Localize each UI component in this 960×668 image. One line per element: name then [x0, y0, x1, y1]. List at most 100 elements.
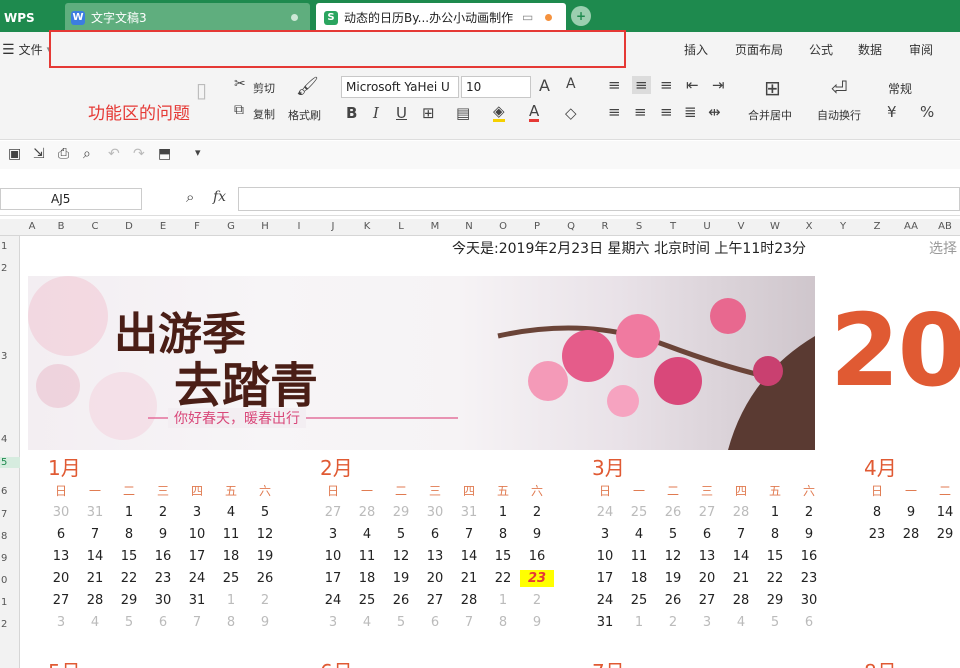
- paste-icon[interactable]: ▯: [196, 78, 207, 102]
- day-cell[interactable]: 30: [418, 502, 452, 524]
- day-cell[interactable]: 4: [350, 612, 384, 634]
- justify-icon[interactable]: ≣: [684, 103, 697, 121]
- row-header-cell[interactable]: 9: [0, 553, 20, 564]
- day-cell[interactable]: 3: [690, 612, 724, 634]
- day-cell[interactable]: 16: [792, 546, 826, 568]
- column-header-cell[interactable]: E: [146, 221, 180, 232]
- tab-review[interactable]: 审阅: [909, 41, 933, 58]
- border-icon[interactable]: ⊞: [422, 104, 435, 122]
- day-cell[interactable]: 19: [656, 568, 690, 590]
- column-header-cell[interactable]: I: [282, 221, 316, 232]
- select-label[interactable]: 选择: [929, 238, 957, 258]
- day-cell[interactable]: 9: [248, 612, 282, 634]
- day-cell[interactable]: 25: [622, 590, 656, 612]
- day-cell[interactable]: 6: [690, 524, 724, 546]
- column-header-cell[interactable]: K: [350, 221, 384, 232]
- day-cell[interactable]: 27: [316, 502, 350, 524]
- day-cell[interactable]: 4: [724, 612, 758, 634]
- day-cell[interactable]: 5: [656, 524, 690, 546]
- spreadsheet-tab[interactable]: S 动态的日历By...办公小动画制作 ▭: [316, 3, 566, 32]
- row-header-cell[interactable]: 8: [0, 531, 20, 542]
- day-cell[interactable]: 27: [44, 590, 78, 612]
- day-cell[interactable]: 8: [214, 612, 248, 634]
- day-cell[interactable]: 3: [180, 502, 214, 524]
- scissors-icon[interactable]: ✂: [234, 76, 246, 92]
- customize-toolbar-icon[interactable]: ▾: [195, 146, 201, 159]
- day-cell[interactable]: 21: [78, 568, 112, 590]
- day-cell[interactable]: 18: [350, 568, 384, 590]
- number-format-select[interactable]: 常规: [888, 80, 912, 97]
- fill-pattern-icon[interactable]: ▤: [456, 104, 470, 122]
- column-header-cell[interactable]: S: [622, 221, 656, 232]
- column-header-cell[interactable]: Z: [860, 221, 894, 232]
- day-cell[interactable]: 29: [112, 590, 146, 612]
- day-cell[interactable]: 20: [418, 568, 452, 590]
- zoom-icon[interactable]: ⌕: [186, 188, 194, 206]
- decrease-indent-icon[interactable]: ⇤: [686, 76, 699, 94]
- percent-icon[interactable]: %: [920, 103, 934, 121]
- day-cell[interactable]: 6: [418, 524, 452, 546]
- column-header-cell[interactable]: B: [44, 221, 78, 232]
- day-cell[interactable]: 6: [146, 612, 180, 634]
- day-cell[interactable]: 3: [44, 612, 78, 634]
- column-header-cell[interactable]: V: [724, 221, 758, 232]
- auto-wrap-button[interactable]: 自动换行: [817, 107, 861, 123]
- align-top-icon[interactable]: ≡: [608, 76, 621, 94]
- day-cell[interactable]: 17: [180, 546, 214, 568]
- row-header-cell[interactable]: 5: [0, 457, 20, 468]
- day-cell[interactable]: 14: [452, 546, 486, 568]
- fill-color-icon[interactable]: ◈: [493, 104, 505, 122]
- currency-icon[interactable]: ¥: [887, 103, 897, 121]
- day-cell[interactable]: 11: [622, 546, 656, 568]
- column-header-cell[interactable]: L: [384, 221, 418, 232]
- day-cell[interactable]: 6: [44, 524, 78, 546]
- column-header-cell[interactable]: X: [792, 221, 826, 232]
- column-header-cell[interactable]: C: [78, 221, 112, 232]
- day-cell[interactable]: 7: [180, 612, 214, 634]
- day-cell[interactable]: 18: [622, 568, 656, 590]
- column-header-cell[interactable]: A: [20, 221, 44, 232]
- document-tab[interactable]: W 文字文稿3: [65, 3, 310, 32]
- layout-icon[interactable]: ⬒: [158, 146, 171, 162]
- column-header-cell[interactable]: T: [656, 221, 690, 232]
- day-cell[interactable]: 28: [724, 502, 758, 524]
- row-header-cell[interactable]: 1: [0, 597, 20, 608]
- distributed-icon[interactable]: ⇹: [708, 103, 721, 121]
- day-cell[interactable]: 7: [452, 612, 486, 634]
- day-cell[interactable]: 8: [860, 502, 894, 524]
- column-header-cell[interactable]: W: [758, 221, 792, 232]
- day-cell[interactable]: 1: [486, 590, 520, 612]
- font-name-select[interactable]: Microsoft YaHei U: [341, 76, 459, 98]
- day-cell[interactable]: 6: [792, 612, 826, 634]
- day-cell[interactable]: 26: [384, 590, 418, 612]
- day-cell[interactable]: 7: [724, 524, 758, 546]
- export-icon[interactable]: ⇲: [33, 146, 45, 162]
- day-cell[interactable]: 17: [588, 568, 622, 590]
- day-cell[interactable]: 13: [44, 546, 78, 568]
- day-cell[interactable]: 28: [452, 590, 486, 612]
- day-cell[interactable]: 23: [860, 524, 894, 546]
- day-cell[interactable]: 4: [78, 612, 112, 634]
- day-cell[interactable]: 9: [146, 524, 180, 546]
- wps-home-tab[interactable]: WPS: [0, 3, 62, 32]
- day-cell[interactable]: 1: [758, 502, 792, 524]
- column-header-cell[interactable]: O: [486, 221, 520, 232]
- day-cell[interactable]: 23: [146, 568, 180, 590]
- font-size-select[interactable]: 10: [461, 76, 531, 98]
- day-cell[interactable]: 19: [248, 546, 282, 568]
- day-cell[interactable]: 27: [690, 502, 724, 524]
- day-cell[interactable]: 14: [78, 546, 112, 568]
- format-painter-button[interactable]: 格式刷: [288, 107, 321, 123]
- day-cell[interactable]: 28: [724, 590, 758, 612]
- column-header-cell[interactable]: N: [452, 221, 486, 232]
- day-cell[interactable]: 10: [316, 546, 350, 568]
- align-center-icon[interactable]: ≡: [634, 103, 647, 121]
- tab-formulas[interactable]: 公式: [809, 41, 833, 58]
- eraser-icon[interactable]: ◇: [565, 104, 577, 122]
- day-cell[interactable]: 25: [622, 502, 656, 524]
- day-cell[interactable]: 16: [146, 546, 180, 568]
- day-cell[interactable]: 2: [656, 612, 690, 634]
- day-cell[interactable]: 29: [928, 524, 960, 546]
- print-icon[interactable]: ⎙: [58, 146, 69, 162]
- row-header-cell[interactable]: 3: [0, 351, 20, 362]
